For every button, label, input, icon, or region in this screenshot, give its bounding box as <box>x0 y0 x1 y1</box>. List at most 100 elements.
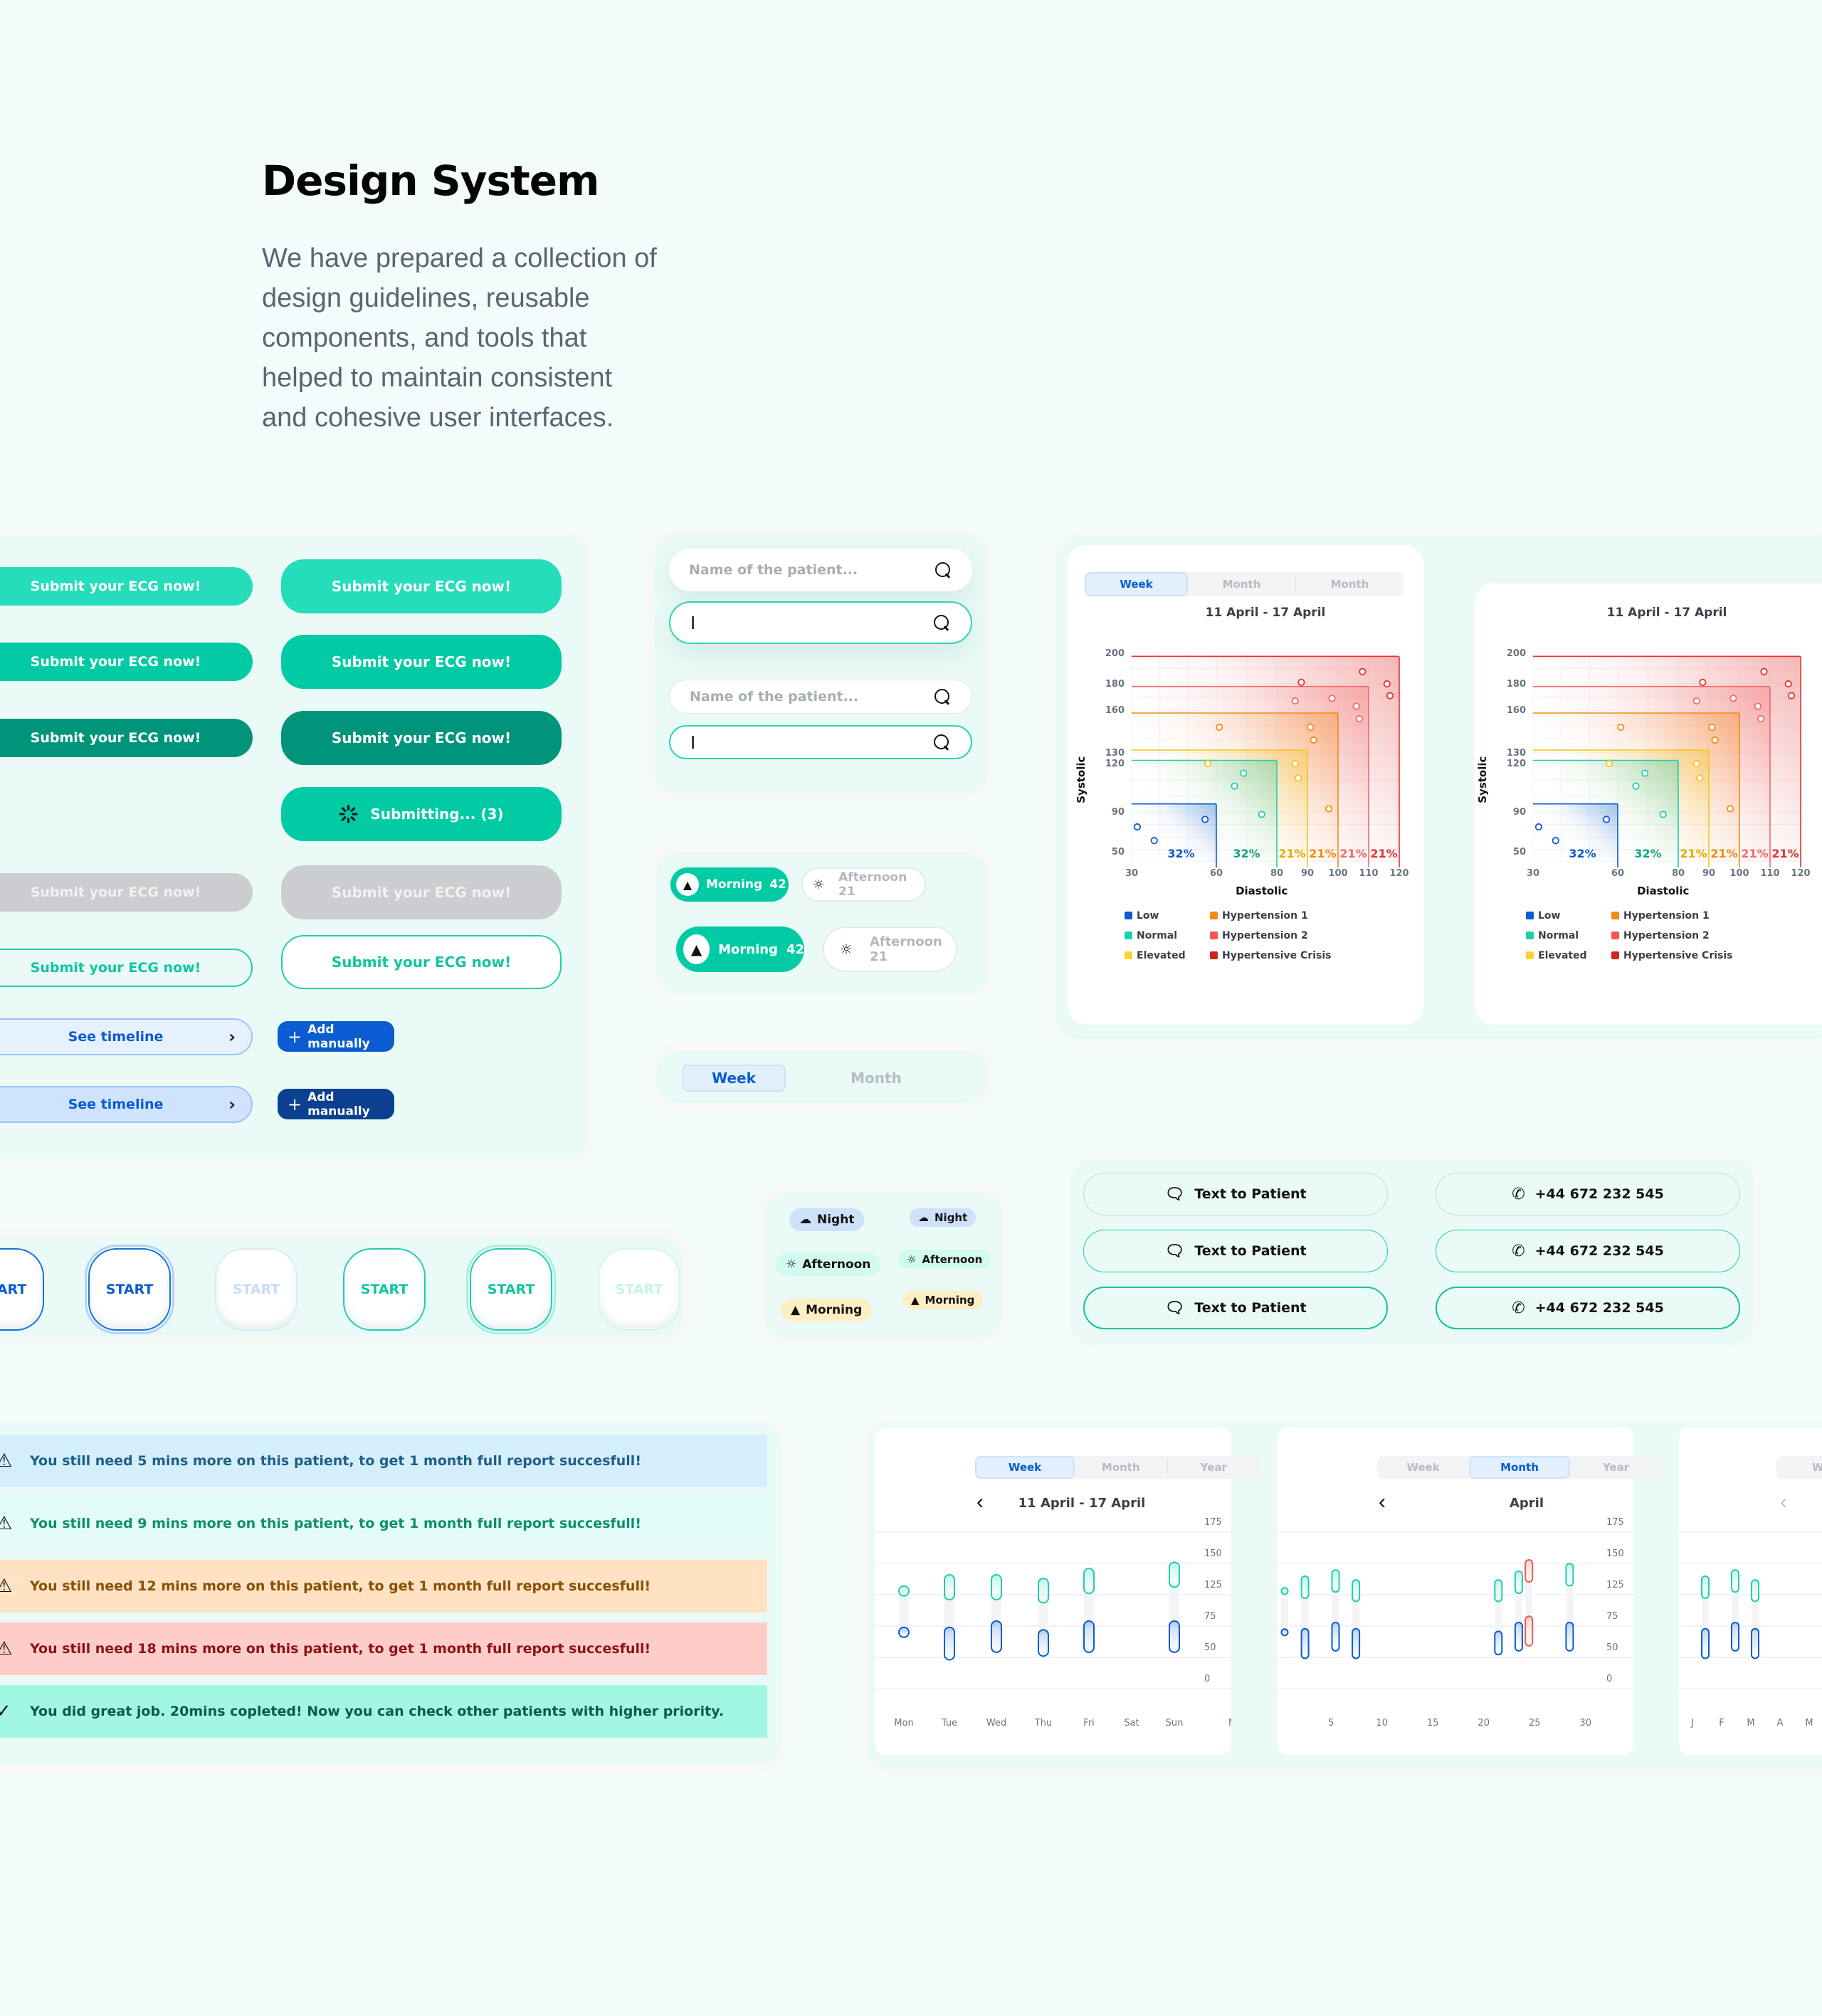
search-icon[interactable] <box>934 561 952 579</box>
data-point[interactable] <box>1307 723 1315 732</box>
data-point[interactable] <box>1760 667 1768 675</box>
see-timeline-button[interactable]: See timeline › <box>0 1018 253 1055</box>
tab-month[interactable]: Month <box>1075 1460 1168 1474</box>
data-point[interactable] <box>1784 680 1792 688</box>
start-button-green[interactable]: START <box>343 1248 426 1331</box>
chevron-left-icon[interactable]: ‹ <box>1780 1490 1787 1514</box>
range-capsule[interactable] <box>1300 1575 1310 1599</box>
data-point[interactable] <box>1692 697 1700 705</box>
range-point[interactable] <box>1280 1587 1289 1595</box>
data-point[interactable] <box>1708 723 1716 732</box>
chevron-left-icon[interactable]: ‹ <box>1379 1490 1386 1514</box>
text-patient-button-hover[interactable]: 🗨 Text to Patient <box>1083 1230 1388 1272</box>
range-capsule[interactable] <box>1352 1579 1361 1603</box>
tab-week[interactable]: Week <box>682 1065 786 1092</box>
data-point[interactable] <box>1291 759 1299 768</box>
tab-month[interactable]: Month <box>786 1065 967 1092</box>
phone-button-hover[interactable]: ✆ +44 672 232 545 <box>1436 1230 1740 1272</box>
data-point[interactable] <box>1711 736 1719 744</box>
range-capsule[interactable] <box>1565 1563 1574 1587</box>
data-point[interactable] <box>1328 695 1336 702</box>
submit-button-small-light[interactable]: Submit your ECG now! <box>0 567 253 606</box>
start-button-blue-disabled[interactable]: START <box>215 1248 297 1331</box>
range-capsule[interactable] <box>1038 1629 1049 1657</box>
range-capsule[interactable] <box>1701 1627 1710 1659</box>
tab-week[interactable]: Week <box>1085 572 1188 596</box>
range-capsule[interactable] <box>1701 1575 1710 1599</box>
data-point[interactable] <box>1699 678 1707 686</box>
range-point[interactable] <box>1280 1628 1289 1637</box>
phone-button[interactable]: ✆ +44 672 232 545 <box>1436 1173 1740 1215</box>
morning-pill-large[interactable]: ▲ Morning 42 <box>676 927 804 972</box>
range-point[interactable] <box>898 1626 910 1638</box>
submit-button-large-light[interactable]: Submit your ECG now! <box>281 559 562 613</box>
submit-button-small-outline[interactable]: Submit your ECG now! <box>0 949 253 987</box>
start-button-blue-focused[interactable]: START <box>85 1245 174 1334</box>
data-point[interactable] <box>1310 736 1317 744</box>
range-point[interactable] <box>898 1585 910 1597</box>
data-point[interactable] <box>1383 680 1391 688</box>
submit-button-large-disabled[interactable]: Submit your ECG now! <box>281 865 562 919</box>
add-manually-button[interactable]: + Add manually <box>278 1021 394 1052</box>
data-point[interactable] <box>1729 695 1737 702</box>
data-point[interactable] <box>1632 782 1640 790</box>
data-point[interactable] <box>1552 837 1559 845</box>
data-point[interactable] <box>1216 723 1223 732</box>
data-point[interactable] <box>1757 714 1765 723</box>
data-point[interactable] <box>1754 702 1762 710</box>
search-input-small[interactable]: Name of the patient... <box>669 680 972 714</box>
afternoon-pill-large[interactable]: ☼ Afternoon 21 <box>823 927 957 972</box>
range-capsule[interactable] <box>944 1573 955 1600</box>
text-patient-button[interactable]: 🗨 Text to Patient <box>1083 1173 1388 1215</box>
submit-button-small[interactable]: Submit your ECG now! <box>0 643 253 681</box>
range-capsule[interactable] <box>1083 1620 1095 1653</box>
range-capsule[interactable] <box>944 1626 955 1661</box>
data-point[interactable] <box>1201 816 1209 823</box>
tab-week[interactable]: Week <box>1377 1456 1469 1479</box>
tab-year[interactable]: Year <box>1570 1456 1662 1479</box>
add-manually-button-pressed[interactable]: + Add manually <box>278 1089 394 1119</box>
data-point[interactable] <box>1297 678 1305 686</box>
data-point[interactable] <box>1534 823 1543 831</box>
range-capsule[interactable] <box>991 1620 1002 1653</box>
range-capsule[interactable] <box>1514 1622 1523 1652</box>
tab-year[interactable]: Year <box>1168 1456 1260 1479</box>
data-point[interactable] <box>1606 759 1613 768</box>
range-capsule[interactable] <box>1494 1579 1503 1603</box>
data-point[interactable] <box>1695 774 1704 782</box>
range-capsule[interactable] <box>1494 1630 1503 1656</box>
search-input-focused[interactable]: I <box>669 601 972 644</box>
submit-button-small-disabled[interactable]: Submit your ECG now! <box>0 873 253 912</box>
range-capsule[interactable] <box>1731 1622 1739 1652</box>
range-capsule[interactable] <box>991 1573 1002 1600</box>
data-point[interactable] <box>1258 811 1265 818</box>
submit-button-large-outline[interactable]: Submit your ECG now! <box>281 935 562 989</box>
data-point[interactable] <box>1659 811 1667 818</box>
range-capsule[interactable] <box>1525 1615 1534 1647</box>
text-patient-button-active[interactable]: 🗨 Text to Patient <box>1083 1287 1388 1329</box>
tab-month-2[interactable]: Month <box>1296 572 1404 596</box>
data-point[interactable] <box>1133 823 1142 831</box>
range-capsule[interactable] <box>1300 1627 1310 1659</box>
start-button-green-disabled[interactable]: START <box>598 1248 680 1331</box>
range-capsule[interactable] <box>1565 1622 1574 1652</box>
range-capsule[interactable] <box>1751 1579 1759 1603</box>
afternoon-pill-small[interactable]: ☼ Afternoon 21 <box>801 867 926 902</box>
tab-month[interactable]: Month <box>1188 576 1296 592</box>
submit-button-small-pressed[interactable]: Submit your ECG now! <box>0 719 253 757</box>
range-capsule[interactable] <box>1525 1559 1534 1583</box>
tab-week[interactable]: Week <box>975 1456 1075 1479</box>
range-capsule[interactable] <box>1352 1627 1361 1659</box>
data-point[interactable] <box>1352 702 1360 710</box>
submit-button-large-pressed[interactable]: Submit your ECG now! <box>281 711 562 765</box>
range-capsule[interactable] <box>1169 1561 1180 1588</box>
tab-week[interactable]: W <box>1776 1456 1822 1479</box>
data-point[interactable] <box>1617 723 1625 732</box>
data-point[interactable] <box>1325 805 1333 813</box>
range-capsule[interactable] <box>1751 1627 1759 1659</box>
start-button-green-focused[interactable]: START <box>466 1245 556 1334</box>
data-point[interactable] <box>1240 769 1248 777</box>
search-input-small-focused[interactable]: I <box>669 725 972 759</box>
range-capsule[interactable] <box>1331 1569 1340 1593</box>
data-point[interactable] <box>1231 782 1238 790</box>
